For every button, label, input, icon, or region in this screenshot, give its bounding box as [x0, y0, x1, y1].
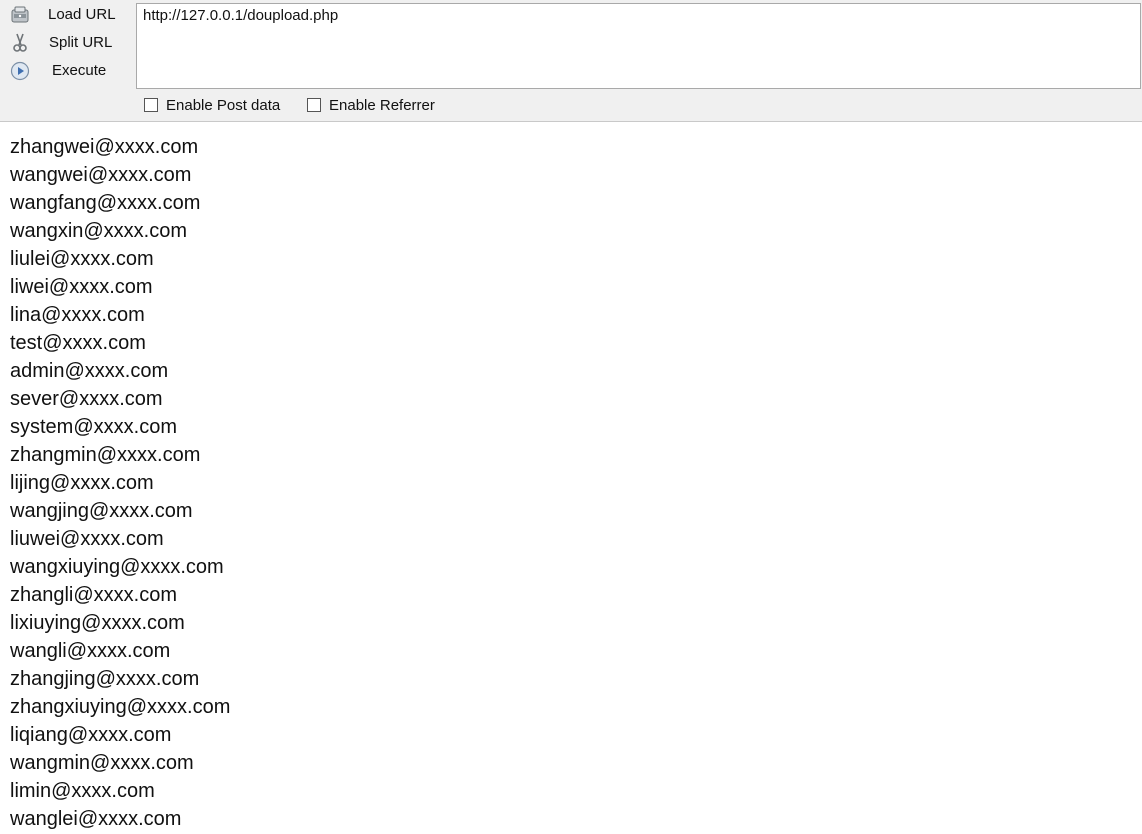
play-icon	[10, 61, 30, 81]
email-result-item: liulei@xxxx.com	[10, 248, 154, 270]
scissors-icon	[10, 33, 30, 53]
email-result-item: zhangjing@xxxx.com	[10, 668, 200, 690]
email-result-item: test@xxxx.com	[10, 332, 146, 354]
checkbox-box[interactable]	[307, 98, 321, 112]
email-result-item: zhangmin@xxxx.com	[10, 444, 201, 466]
execute-button[interactable]: Execute	[6, 58, 130, 84]
email-result-item: wangfang@xxxx.com	[10, 192, 201, 214]
checkbox-box[interactable]	[144, 98, 158, 112]
email-result-item: wangwei@xxxx.com	[10, 164, 192, 186]
email-result-item: limin@xxxx.com	[10, 780, 155, 802]
load-url-label: Load URL	[48, 6, 116, 23]
url-input[interactable]: http://127.0.0.1/doupload.php	[136, 3, 1141, 89]
hackbar-toolbar: Load URL Split URL Execute http://127.0.…	[0, 0, 1142, 122]
load-url-button[interactable]: Load URL	[6, 2, 130, 28]
email-result-item: wangxin@xxxx.com	[10, 220, 188, 242]
email-result-item: liuwei@xxxx.com	[10, 528, 164, 550]
email-result-item: wangli@xxxx.com	[10, 640, 171, 662]
execute-label: Execute	[52, 62, 107, 79]
email-result-item: zhangxiuying@xxxx.com	[10, 696, 231, 718]
split-url-label: Split URL	[49, 34, 113, 51]
email-result-item: zhangwei@xxxx.com	[10, 136, 199, 158]
email-result-item: zhangli@xxxx.com	[10, 584, 178, 606]
email-result-item: system@xxxx.com	[10, 416, 177, 438]
email-results-list: zhangwei@xxxx.com wangwei@xxxx.com wangfan…	[10, 133, 1130, 833]
email-result-item: sever@xxxx.com	[10, 388, 163, 410]
enable-referrer-label: Enable Referrer	[329, 97, 435, 114]
email-result-item: liwei@xxxx.com	[10, 276, 153, 298]
email-result-item: liqiang@xxxx.com	[10, 724, 172, 746]
email-result-item: wangjing@xxxx.com	[10, 500, 193, 522]
split-url-button[interactable]: Split URL	[6, 30, 130, 56]
enable-post-data-label: Enable Post data	[166, 97, 281, 114]
email-result-item: admin@xxxx.com	[10, 360, 169, 382]
email-result-item: lijing@xxxx.com	[10, 472, 154, 494]
email-result-item: wangmin@xxxx.com	[10, 752, 194, 774]
email-result-item: wanglei@xxxx.com	[10, 808, 182, 830]
email-result-item: lixiuying@xxxx.com	[10, 612, 185, 634]
email-result-item: wangxiuying@xxxx.com	[10, 556, 224, 578]
email-result-item: lina@xxxx.com	[10, 304, 145, 326]
load-url-icon	[10, 5, 30, 25]
